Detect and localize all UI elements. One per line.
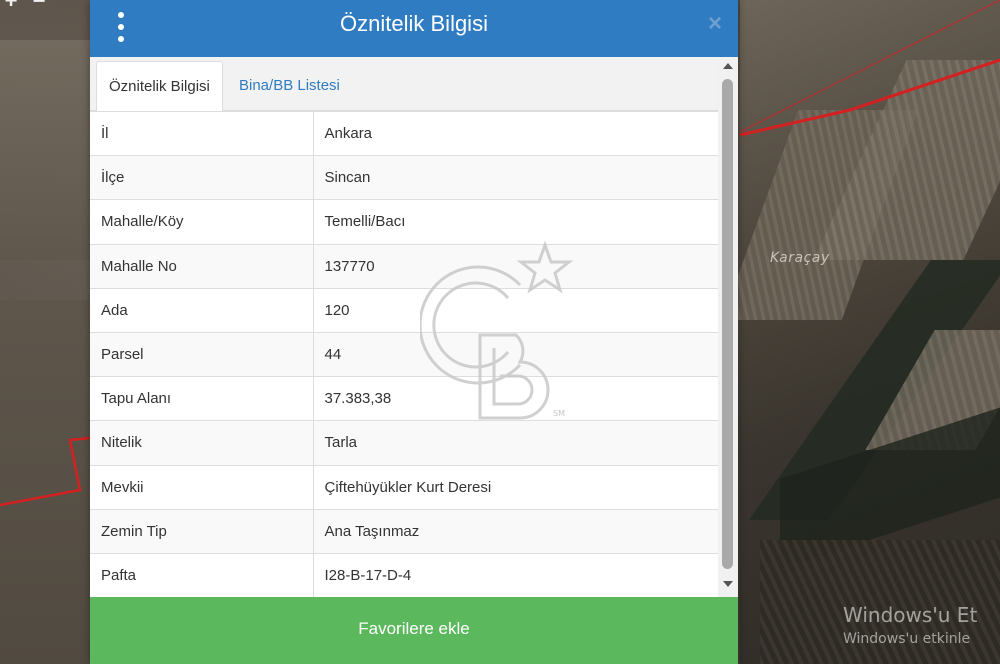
attribute-table: İl Ankara İlçe Sincan Mahalle/Köy Temelli/Bac… (90, 111, 718, 597)
table-row: Ada 120 (90, 287, 718, 333)
modal-header: Öznitelik Bilgisi × (90, 0, 738, 57)
os-watermark-line1: Windows'u Et (843, 603, 978, 627)
attribute-value: 37.383,38 (313, 376, 718, 421)
attribute-value: I28-B-17-D-4 (313, 552, 718, 597)
attribute-value: Temelli/Bacı (313, 199, 718, 245)
tab-attribute-info[interactable]: Öznitelik Bilgisi (96, 61, 223, 112)
close-icon[interactable]: × (708, 12, 722, 36)
attribute-value: Ankara (313, 111, 718, 156)
tab-building-list[interactable]: Bina/BB Listesi (227, 61, 352, 112)
attribute-value: 137770 (313, 243, 718, 289)
map-zoom-controls: + − (0, 0, 50, 12)
table-row: Mevkii Çiftehüyükler Kurt Deresi (90, 464, 718, 510)
attribute-value: Tarla (313, 420, 718, 465)
zoom-in-button[interactable]: + (0, 0, 22, 12)
scroll-down-arrow-icon[interactable] (723, 581, 733, 587)
add-to-favorites-button[interactable]: Favorilere ekle (90, 597, 738, 664)
table-row: İl Ankara (90, 111, 718, 156)
table-row: Pafta I28-B-17-D-4 (90, 552, 718, 597)
attribute-value: 44 (313, 331, 718, 377)
table-row: Parsel 44 (90, 331, 718, 377)
attribute-key: Mahalle No (90, 243, 314, 289)
modal-tabs: Öznitelik Bilgisi Bina/BB Listesi (90, 57, 738, 112)
table-row: İlçe Sincan (90, 155, 718, 200)
table-row: Nitelik Tarla (90, 420, 718, 465)
table-row: Tapu Alanı 37.383,38 (90, 376, 718, 421)
attribute-key: Ada (90, 287, 314, 333)
table-row: Mahalle/Köy Temelli/Bacı (90, 199, 718, 245)
scroll-thumb[interactable] (722, 79, 733, 569)
attribute-key: Parsel (90, 331, 314, 377)
attribute-key: Mevkii (90, 464, 314, 510)
attribute-key: Tapu Alanı (90, 376, 314, 421)
attribute-value: 120 (313, 287, 718, 333)
attribute-value: Sincan (313, 155, 718, 200)
table-row: Zemin Tip Ana Taşınmaz (90, 508, 718, 554)
attribute-key: Mahalle/Köy (90, 199, 314, 245)
modal-title: Öznitelik Bilgisi (340, 11, 488, 36)
scroll-up-arrow-icon[interactable] (723, 63, 733, 69)
attribute-key: Zemin Tip (90, 508, 314, 554)
attribute-info-modal: Öznitelik Bilgisi × Öznitelik Bilgisi Bi… (90, 0, 738, 664)
os-watermark-line2: Windows'u etkinle (843, 631, 971, 647)
attribute-key: İlçe (90, 155, 314, 200)
attribute-key: Nitelik (90, 420, 314, 465)
map-place-label: Karaçay (770, 250, 830, 266)
modal-scrollbar[interactable] (718, 57, 738, 597)
os-activation-watermark: Windows'u Et Windows'u etkinle (843, 603, 977, 647)
zoom-out-button[interactable]: − (28, 0, 50, 12)
attribute-key: İl (90, 111, 314, 156)
table-row: Mahalle No 137770 (90, 243, 718, 289)
attribute-value: Çiftehüyükler Kurt Deresi (313, 464, 718, 510)
attribute-key: Pafta (90, 552, 314, 597)
attribute-value: Ana Taşınmaz (313, 508, 718, 554)
